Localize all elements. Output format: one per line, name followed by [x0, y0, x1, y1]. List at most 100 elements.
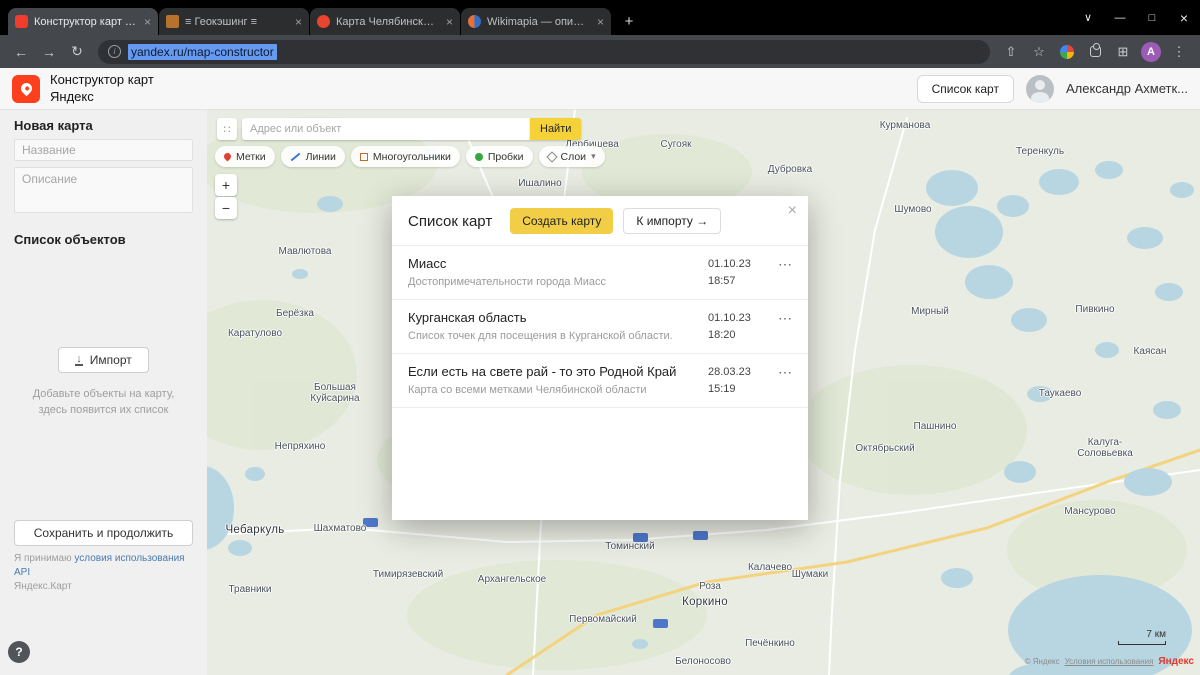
tool-label: Линии [305, 150, 336, 163]
map-entry-datetime: 28.03.23 15:19 [708, 364, 766, 397]
reload-button[interactable]: ↻ [64, 39, 90, 65]
zoom-in-button[interactable]: + [215, 174, 237, 196]
yandex-constructor-favicon [15, 15, 28, 28]
import-button[interactable]: ↓ Импорт [58, 347, 149, 373]
map-attribution: © Яндекс Условия использования Яндекс [1025, 656, 1194, 667]
map-entry: Если есть на свете рай - то это Родной К… [408, 364, 708, 396]
terms-of-use-link[interactable]: Условия использования [1065, 657, 1154, 666]
profile-avatar[interactable]: A [1138, 39, 1164, 65]
new-tab-button[interactable]: + [616, 8, 642, 34]
tab-close-icon[interactable]: × [144, 15, 151, 29]
wikimapia-favicon [468, 15, 481, 28]
map-entry-description: Достопримечательности города Миасс [408, 276, 607, 288]
tool-lines[interactable]: Линии [280, 146, 345, 167]
tool-layers[interactable]: Слои ▾ [538, 146, 605, 167]
maps-list-button[interactable]: Список карт [916, 74, 1014, 103]
tab-close-icon[interactable]: × [446, 15, 453, 29]
map-entry: Миасс Достопримечательности города Миасс [408, 256, 708, 288]
map-entry-description: Карта со всеми метками Челябинской облас… [408, 384, 647, 396]
row-menu-icon[interactable]: ⋯ [766, 256, 792, 273]
window-controls: ∨ — □ × [1072, 0, 1200, 35]
forward-button[interactable]: → [36, 39, 62, 65]
help-button[interactable]: ? [8, 641, 30, 663]
map-entry-time: 15:19 [708, 382, 736, 395]
create-map-button[interactable]: Создать карту [510, 208, 614, 234]
tab-title: Карта Челябинска с улицами и [336, 15, 440, 28]
import-button-label: Импорт [89, 353, 132, 367]
back-button[interactable]: ← [8, 39, 34, 65]
sidebar: Новая карта Список объектов ↓ Импорт Доб… [0, 110, 207, 675]
map-entry-name: Миасс [408, 256, 447, 271]
reading-list-panel-icon[interactable]: ⊞ [1110, 39, 1136, 65]
zoom-out-button[interactable]: − [215, 197, 237, 219]
map-entry-date: 28.03.23 [708, 366, 751, 378]
address-bar[interactable]: i yandex.ru/map-constructor [98, 39, 990, 64]
import-download-icon: ↓ [75, 352, 83, 366]
line-icon [290, 152, 300, 161]
puzzle-shape [1089, 43, 1101, 57]
polygon-icon [359, 152, 368, 161]
tab-map-constructor[interactable]: Конструктор карт Яндекса × [8, 8, 158, 35]
tool-placemarks[interactable]: Метки [215, 146, 275, 167]
extension-colored-icon[interactable] [1054, 39, 1080, 65]
tab-search-chevron-icon[interactable]: ∨ [1072, 0, 1104, 35]
row-menu-icon[interactable]: ⋯ [766, 310, 792, 327]
app-title-line1: Конструктор карт [50, 71, 154, 87]
hint-line1: Добавьте объекты на карту, [32, 388, 175, 400]
table-row[interactable]: Если есть на свете рай - то это Родной К… [392, 354, 808, 408]
tab-close-icon[interactable]: × [597, 15, 604, 29]
placemark-icon [222, 151, 233, 162]
map-entry: Курганская область Список точек для посе… [408, 310, 708, 342]
browser-window: Конструктор карт Яндекса × ≡ Геокэшинг ≡… [0, 0, 1200, 675]
table-row[interactable]: Миасс Достопримечательности города Миасс… [392, 246, 808, 300]
tab-title: Wikimapia — опишем весь мир [487, 15, 591, 28]
drag-handle-icon[interactable]: ∷ [217, 118, 237, 140]
map-name-input[interactable] [14, 139, 193, 161]
map-search-input[interactable] [242, 118, 530, 140]
tool-traffic[interactable]: Пробки [465, 146, 533, 167]
url-text: yandex.ru/map-constructor [128, 43, 277, 60]
tab-title: Конструктор карт Яндекса [34, 15, 138, 28]
table-row[interactable]: Курганская область Список точек для посе… [392, 300, 808, 354]
yandex-constructor-logo [12, 74, 40, 103]
user-avatar[interactable] [1025, 74, 1054, 103]
tool-polygons[interactable]: Многоугольники [350, 146, 460, 167]
bookmark-star-icon[interactable]: ☆ [1026, 39, 1052, 65]
minimize-button[interactable]: — [1104, 0, 1136, 35]
copyright-text: © Яндекс [1024, 657, 1060, 666]
hint-line2: здесь появится их список [38, 403, 169, 416]
extensions-puzzle-icon[interactable] [1082, 39, 1108, 65]
to-import-button[interactable]: К импорту → [623, 208, 722, 234]
save-and-continue-button[interactable]: Сохранить и продолжить [14, 520, 193, 546]
modal-title: Список карт [408, 212, 493, 230]
site-info-icon[interactable]: i [108, 45, 121, 58]
tool-label: Многоугольники [372, 150, 451, 163]
modal-close-icon[interactable]: × [788, 203, 797, 219]
chevron-down-icon: ▾ [591, 151, 596, 161]
scale-label: 7 км [1146, 629, 1166, 640]
map-entry-datetime: 01.10.23 18:57 [708, 256, 766, 289]
browser-toolbar: ← → ↻ i yandex.ru/map-constructor ⇧ ☆ ⊞ … [0, 35, 1200, 68]
share-icon[interactable]: ⇧ [998, 39, 1024, 65]
terms-text: Я принимаю условия использования API Янд… [14, 552, 193, 594]
tab-chelyabinsk-map[interactable]: Карта Челябинска с улицами и × [310, 8, 460, 35]
tool-label: Слои [560, 150, 587, 163]
tab-close-icon[interactable]: × [295, 15, 302, 29]
find-button[interactable]: Найти [530, 118, 582, 140]
tab-geocaching[interactable]: ≡ Геокэшинг ≡ × [159, 8, 309, 35]
row-menu-icon[interactable]: ⋯ [766, 364, 792, 381]
close-window-button[interactable]: × [1168, 0, 1200, 35]
traffic-icon [474, 152, 483, 161]
tab-wikimapia[interactable]: Wikimapia — опишем весь мир × [461, 8, 611, 35]
map-description-input[interactable] [14, 167, 193, 213]
app-header: Конструктор карт Яндекс Список карт Алек… [0, 68, 1200, 110]
map-search-row: ∷ Найти [217, 118, 582, 140]
terms-prefix: Я принимаю [14, 553, 72, 564]
browser-menu-icon[interactable]: ⋮ [1166, 39, 1192, 65]
map-entry-date: 01.10.23 [708, 312, 751, 324]
user-name[interactable]: Александр Ахметк... [1066, 81, 1188, 96]
geocaching-favicon [166, 15, 179, 28]
tool-label: Пробки [487, 150, 524, 163]
map-entry-name: Курганская область [408, 310, 527, 325]
maximize-button[interactable]: □ [1136, 0, 1168, 35]
